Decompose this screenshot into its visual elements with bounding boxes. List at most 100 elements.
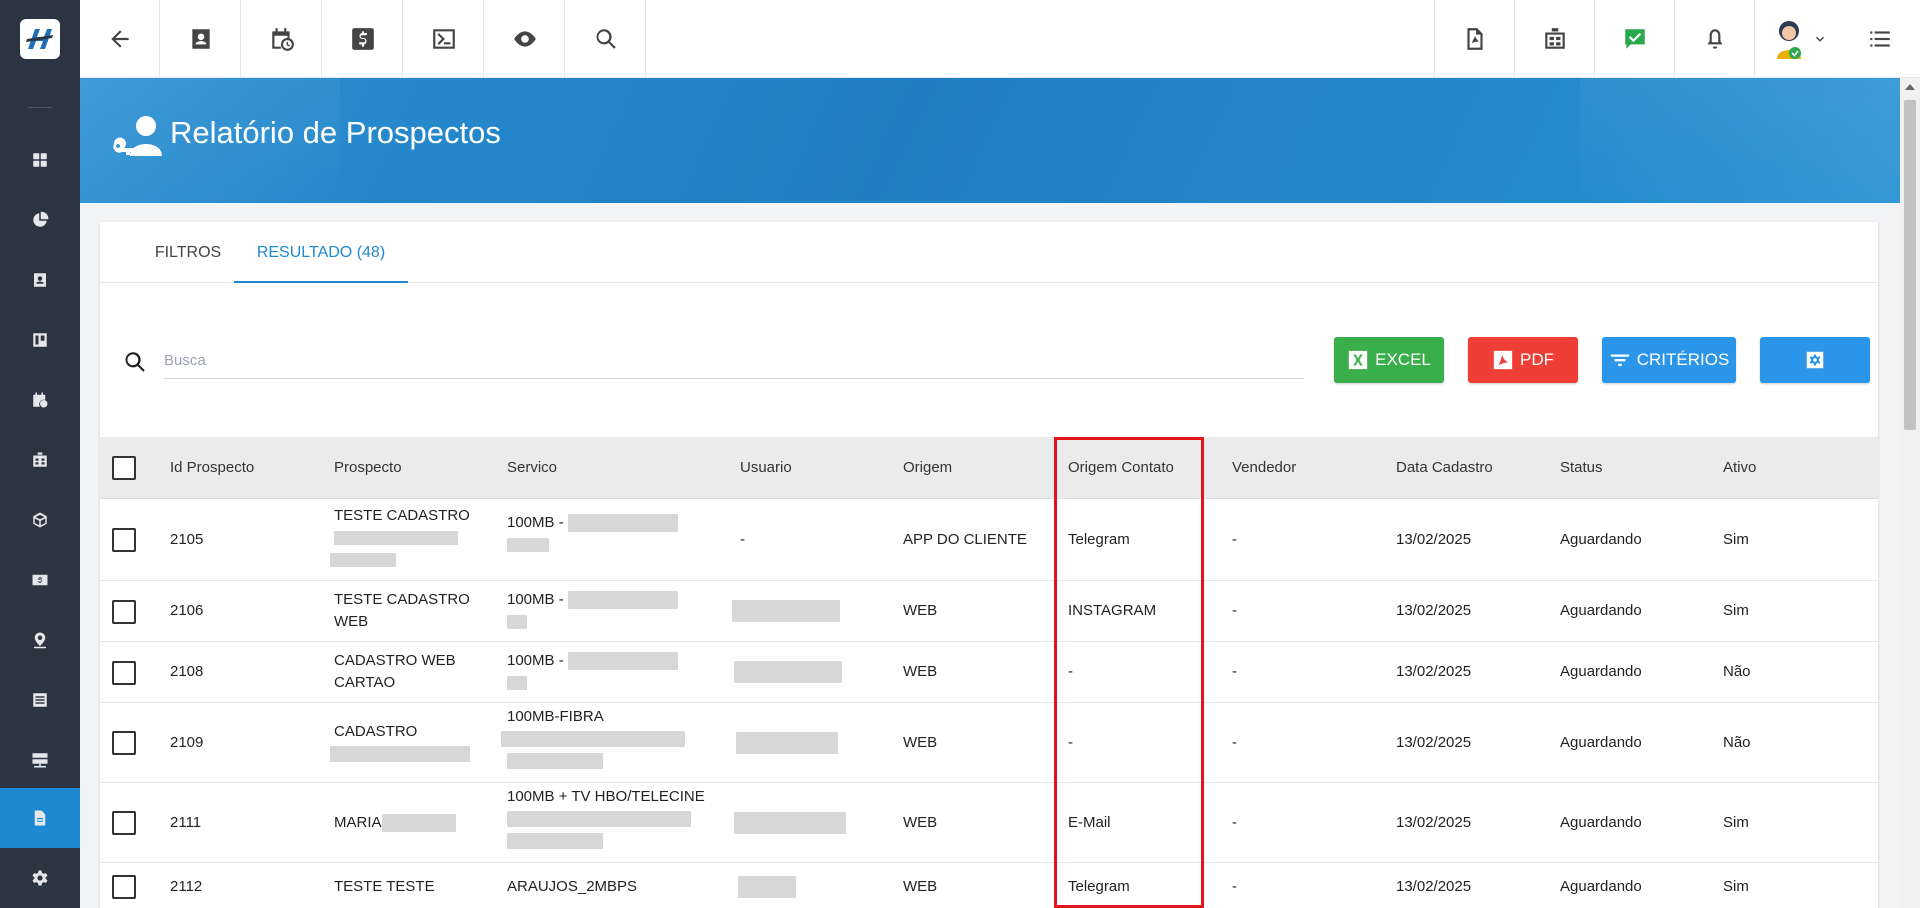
column-header-status[interactable]: Status bbox=[1560, 437, 1603, 499]
column-header-usuario[interactable]: Usuario bbox=[740, 437, 792, 499]
table-row[interactable]: 2109 CADASTRO 100MB-FIBRA WEB - - 13/02/… bbox=[100, 703, 1878, 783]
column-header-origem[interactable]: Origem bbox=[903, 437, 952, 499]
sidebar-item-map[interactable] bbox=[0, 610, 80, 670]
cell-origem: APP DO CLIENTE bbox=[903, 531, 1027, 548]
contact-card-icon bbox=[34, 273, 46, 287]
column-header-vendedor[interactable]: Vendedor bbox=[1232, 437, 1296, 499]
table-row[interactable]: 2111 MARIA 100MB + TV HBO/TELECINE WEB E… bbox=[100, 783, 1878, 863]
sidebar-item-finance[interactable] bbox=[0, 550, 80, 610]
row-checkbox[interactable] bbox=[112, 600, 136, 624]
view-button[interactable] bbox=[485, 0, 565, 78]
servico-line: 100MB - bbox=[507, 591, 564, 608]
table-row[interactable]: 2108 CADASTRO WEB CARTAO 100MB - WEB - -… bbox=[100, 642, 1878, 703]
column-header-servico[interactable]: Servico bbox=[507, 437, 557, 499]
tab-resultado[interactable]: RESULTADO (48) bbox=[234, 222, 408, 283]
calendar-clock-icon bbox=[33, 392, 48, 408]
page-title: Relatório de Prospectos bbox=[170, 115, 501, 150]
cell-origem-contato: E-Mail bbox=[1068, 814, 1111, 831]
sidebar-item-company[interactable] bbox=[0, 430, 80, 490]
redacted-text bbox=[567, 591, 678, 610]
schedule-button[interactable] bbox=[242, 0, 322, 78]
table-header: Id Prospecto Prospecto Servico Usuario O… bbox=[100, 437, 1878, 499]
column-header-id[interactable]: Id Prospecto bbox=[170, 437, 254, 499]
row-checkbox[interactable] bbox=[112, 875, 136, 899]
pdf-file-icon bbox=[1466, 28, 1483, 50]
search-button[interactable] bbox=[566, 0, 646, 78]
row-checkbox[interactable] bbox=[112, 811, 136, 835]
cell-ativo: Sim bbox=[1723, 814, 1749, 831]
cell-data-cadastro: 13/02/2025 bbox=[1396, 663, 1472, 680]
cell-usuario bbox=[734, 661, 842, 684]
cell-servico: ARAUJOS_2MBPS bbox=[507, 878, 638, 895]
sidebar-item-kanban[interactable] bbox=[0, 310, 80, 370]
back-button[interactable] bbox=[80, 0, 160, 78]
row-checkbox[interactable] bbox=[112, 528, 136, 552]
sidebar-item-settings[interactable] bbox=[0, 848, 80, 908]
servico-line: 100MB - bbox=[507, 652, 564, 669]
table-row[interactable]: 2106 TESTE CADASTRO WEB 100MB - WEB INST… bbox=[100, 581, 1878, 642]
table-row[interactable]: 2112 TESTE TESTE ARAUJOS_2MBPS WEB Teleg… bbox=[100, 863, 1878, 908]
prospecto-line: CADASTRO bbox=[334, 723, 418, 740]
select-all-checkbox[interactable] bbox=[112, 456, 136, 480]
cell-id: 2106 bbox=[170, 602, 204, 619]
company-button[interactable] bbox=[1514, 0, 1594, 78]
contacts-button[interactable] bbox=[161, 0, 241, 78]
cell-origem-contato: Telegram bbox=[1068, 531, 1130, 548]
terminal-button[interactable] bbox=[404, 0, 484, 78]
excel-export-button[interactable]: EXCEL bbox=[1334, 337, 1444, 383]
settings-button[interactable] bbox=[1760, 337, 1870, 383]
sidebar-item-list[interactable] bbox=[0, 670, 80, 730]
cell-origem: WEB bbox=[903, 734, 938, 751]
sidebar-item-contacts[interactable] bbox=[0, 250, 80, 310]
finance-button[interactable] bbox=[323, 0, 403, 78]
column-header-origem-contato[interactable]: Origem Contato bbox=[1068, 437, 1174, 499]
cell-origem-contato: Telegram bbox=[1068, 878, 1130, 895]
contact-card-icon bbox=[191, 29, 210, 49]
kanban-icon bbox=[33, 333, 47, 347]
column-header-ativo[interactable]: Ativo bbox=[1723, 437, 1756, 499]
sidebar-item-reports[interactable] bbox=[0, 190, 80, 250]
cell-usuario: - bbox=[740, 531, 745, 548]
scrollbar-thumb[interactable] bbox=[1904, 100, 1916, 430]
cell-data-cadastro: 13/02/2025 bbox=[1396, 814, 1472, 831]
cell-origem: WEB bbox=[903, 878, 938, 895]
cell-status: Aguardando bbox=[1560, 663, 1642, 680]
sidebar-item-products[interactable] bbox=[0, 490, 80, 550]
box-icon bbox=[33, 512, 47, 528]
table-row[interactable]: 2105 TESTE CADASTRO 100MB - - APP DO CLI… bbox=[100, 500, 1878, 581]
page-scrollbar[interactable] bbox=[1900, 78, 1920, 908]
pdf-export-button[interactable] bbox=[1434, 0, 1514, 78]
notifications-button[interactable] bbox=[1674, 0, 1754, 78]
criteria-button[interactable]: CRITÉRIOS bbox=[1602, 337, 1736, 383]
tasks-button[interactable] bbox=[1594, 0, 1674, 78]
cell-origem-contato: INSTAGRAM bbox=[1068, 602, 1157, 619]
sidebar-item-reports-document[interactable] bbox=[0, 788, 80, 848]
criteria-label: CRITÉRIOS bbox=[1636, 350, 1730, 369]
redacted-text bbox=[330, 549, 470, 571]
column-header-data-cadastro[interactable]: Data Cadastro bbox=[1396, 437, 1493, 499]
cell-vendedor: - bbox=[1232, 602, 1237, 619]
scroll-up-arrow-icon[interactable] bbox=[1905, 84, 1915, 90]
cell-origem: WEB bbox=[903, 814, 938, 831]
redacted-text bbox=[734, 661, 842, 684]
sidebar-item-network[interactable] bbox=[0, 730, 80, 790]
user-menu-button[interactable] bbox=[1754, 0, 1840, 78]
bell-icon bbox=[1706, 29, 1723, 49]
redacted-text bbox=[507, 830, 705, 852]
cell-status: Aguardando bbox=[1560, 531, 1642, 548]
row-checkbox[interactable] bbox=[112, 731, 136, 755]
pdf-button[interactable]: PDF bbox=[1468, 337, 1578, 383]
app-logo-container[interactable] bbox=[0, 0, 80, 78]
app-logo[interactable] bbox=[20, 19, 60, 59]
row-checkbox[interactable] bbox=[112, 661, 136, 685]
sidebar-item-dashboard[interactable] bbox=[0, 130, 80, 190]
eye-icon bbox=[513, 31, 536, 47]
search-input[interactable] bbox=[164, 343, 1304, 379]
excel-icon bbox=[1348, 350, 1368, 370]
column-header-prospecto[interactable]: Prospecto bbox=[334, 437, 402, 499]
sidebar-item-schedule[interactable] bbox=[0, 370, 80, 430]
cell-origem-contato: - bbox=[1068, 663, 1073, 680]
cell-data-cadastro: 13/02/2025 bbox=[1396, 734, 1472, 751]
main-menu-button[interactable] bbox=[1840, 0, 1920, 78]
redacted-text bbox=[334, 527, 470, 549]
